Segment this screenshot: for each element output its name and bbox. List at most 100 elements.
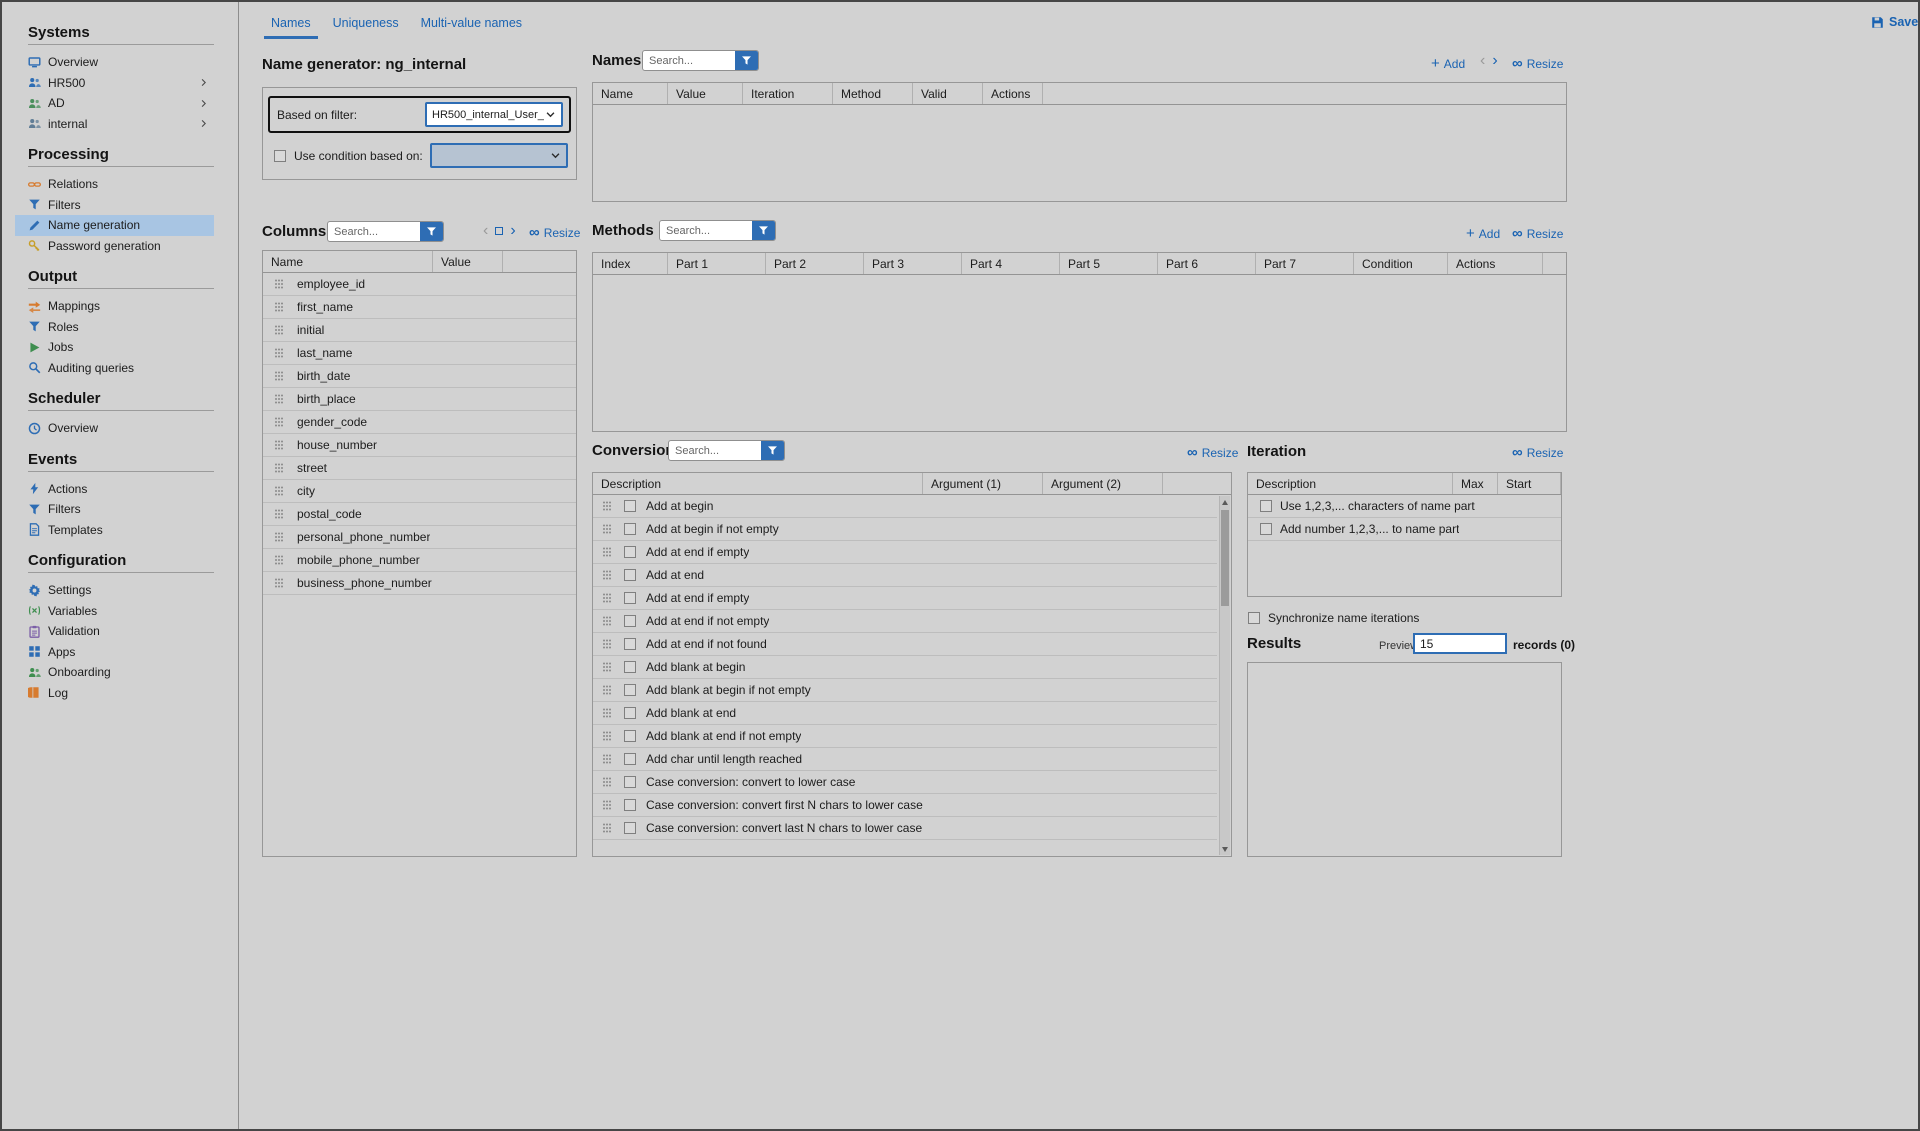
columns-resize-link[interactable]: ∞ Resize (529, 226, 580, 240)
sidebar-item[interactable]: Auditing queries (15, 358, 214, 379)
sidebar-item[interactable]: Overview (15, 52, 214, 73)
conversion-checkbox[interactable] (624, 661, 636, 673)
sidebar-item[interactable]: Actions (15, 479, 214, 500)
scrollbar-thumb[interactable] (1221, 510, 1229, 606)
sidebar-item[interactable]: internal (15, 114, 214, 135)
drag-handle-icon[interactable] (602, 547, 612, 557)
sidebar-item[interactable]: AD (15, 93, 214, 114)
drag-handle-icon[interactable] (274, 463, 284, 473)
conversion-checkbox[interactable] (624, 546, 636, 558)
drag-handle-icon[interactable] (602, 616, 612, 626)
conversion-checkbox[interactable] (624, 776, 636, 788)
scrollbar[interactable] (1219, 496, 1230, 855)
iteration-checkbox[interactable] (1260, 523, 1272, 535)
drag-handle-icon[interactable] (274, 417, 284, 427)
column-row[interactable]: birth_place (263, 388, 576, 411)
drag-handle-icon[interactable] (602, 777, 612, 787)
scroll-down-arrow[interactable] (1220, 843, 1230, 855)
use-condition-checkbox[interactable] (274, 150, 286, 162)
iteration-resize-link[interactable]: ∞ Resize (1512, 446, 1563, 460)
condition-select[interactable] (430, 143, 568, 168)
drag-handle-icon[interactable] (602, 501, 612, 511)
methods-search-input[interactable] (660, 221, 752, 240)
drag-handle-icon[interactable] (602, 662, 612, 672)
drag-handle-icon[interactable] (602, 708, 612, 718)
drag-handle-icon[interactable] (602, 800, 612, 810)
chevron-left-icon[interactable]: ‹ (483, 224, 488, 238)
sidebar-item[interactable]: Roles (15, 317, 214, 338)
tab-uniqueness[interactable]: Uniqueness (326, 12, 406, 39)
sidebar-item[interactable]: Password generation (15, 236, 214, 257)
names-add-button[interactable]: + Add (1431, 57, 1465, 71)
drag-handle-icon[interactable] (602, 685, 612, 695)
conversion-search-filter-button[interactable] (761, 441, 784, 460)
columns-search-filter-button[interactable] (420, 222, 443, 241)
methods-resize-link[interactable]: ∞ Resize (1512, 227, 1563, 241)
sidebar-item[interactable]: Relations (15, 174, 214, 195)
sidebar-item[interactable]: Settings (15, 580, 214, 601)
based-on-filter-select[interactable]: HR500_internal_User_Cre (425, 102, 563, 127)
conversion-checkbox[interactable] (624, 638, 636, 650)
conversion-checkbox[interactable] (624, 799, 636, 811)
methods-add-button[interactable]: + Add (1466, 227, 1500, 241)
square-page-icon[interactable] (495, 227, 503, 235)
drag-handle-icon[interactable] (274, 348, 284, 358)
drag-handle-icon[interactable] (602, 570, 612, 580)
column-row[interactable]: mobile_phone_number (263, 549, 576, 572)
conversion-checkbox[interactable] (624, 707, 636, 719)
sync-iterations-checkbox[interactable] (1248, 612, 1260, 624)
conversion-checkbox[interactable] (624, 569, 636, 581)
sidebar-item[interactable]: Onboarding (15, 662, 214, 683)
names-search-filter-button[interactable] (735, 51, 758, 70)
sidebar-item[interactable]: Overview (15, 418, 214, 439)
conversion-checkbox[interactable] (624, 523, 636, 535)
column-row[interactable]: last_name (263, 342, 576, 365)
sidebar-item[interactable]: Filters (15, 499, 214, 520)
drag-handle-icon[interactable] (602, 593, 612, 603)
sidebar-item[interactable]: Log (15, 683, 214, 704)
column-row[interactable]: first_name (263, 296, 576, 319)
chevron-right-icon[interactable]: › (1492, 54, 1497, 68)
chevron-left-icon[interactable]: ‹ (1480, 54, 1485, 68)
drag-handle-icon[interactable] (274, 279, 284, 289)
column-row[interactable]: postal_code (263, 503, 576, 526)
drag-handle-icon[interactable] (602, 639, 612, 649)
scroll-up-arrow[interactable] (1220, 496, 1230, 508)
sidebar-item[interactable]: Mappings (15, 296, 214, 317)
drag-handle-icon[interactable] (274, 555, 284, 565)
drag-handle-icon[interactable] (274, 394, 284, 404)
column-row[interactable]: gender_code (263, 411, 576, 434)
drag-handle-icon[interactable] (274, 440, 284, 450)
names-search-input[interactable] (643, 51, 735, 70)
sidebar-item[interactable]: Variables (15, 601, 214, 622)
conversion-checkbox[interactable] (624, 753, 636, 765)
sidebar-item[interactable]: Filters (15, 195, 214, 216)
conversion-resize-link[interactable]: ∞ Resize (1187, 446, 1238, 460)
drag-handle-icon[interactable] (274, 325, 284, 335)
conversion-checkbox[interactable] (624, 730, 636, 742)
sidebar-item[interactable]: Validation (15, 621, 214, 642)
names-resize-link[interactable]: ∞ Resize (1512, 57, 1563, 71)
conversion-checkbox[interactable] (624, 615, 636, 627)
sidebar-item[interactable]: Name generation (15, 215, 214, 236)
column-row[interactable]: street (263, 457, 576, 480)
column-row[interactable]: house_number (263, 434, 576, 457)
column-row[interactable]: personal_phone_number (263, 526, 576, 549)
drag-handle-icon[interactable] (602, 754, 612, 764)
tab-multi-value-names[interactable]: Multi-value names (414, 12, 529, 39)
drag-handle-icon[interactable] (274, 578, 284, 588)
column-row[interactable]: initial (263, 319, 576, 342)
drag-handle-icon[interactable] (274, 371, 284, 381)
conversion-checkbox[interactable] (624, 684, 636, 696)
tab-names[interactable]: Names (264, 12, 318, 39)
drag-handle-icon[interactable] (602, 823, 612, 833)
column-row[interactable]: city (263, 480, 576, 503)
drag-handle-icon[interactable] (602, 524, 612, 534)
sidebar-item[interactable]: Apps (15, 642, 214, 663)
column-row[interactable]: business_phone_number (263, 572, 576, 595)
conversion-search-input[interactable] (669, 441, 761, 460)
iteration-checkbox[interactable] (1260, 500, 1272, 512)
sidebar-item[interactable]: HR500 (15, 73, 214, 94)
preview-count-input[interactable] (1413, 633, 1507, 654)
methods-search-filter-button[interactable] (752, 221, 775, 240)
